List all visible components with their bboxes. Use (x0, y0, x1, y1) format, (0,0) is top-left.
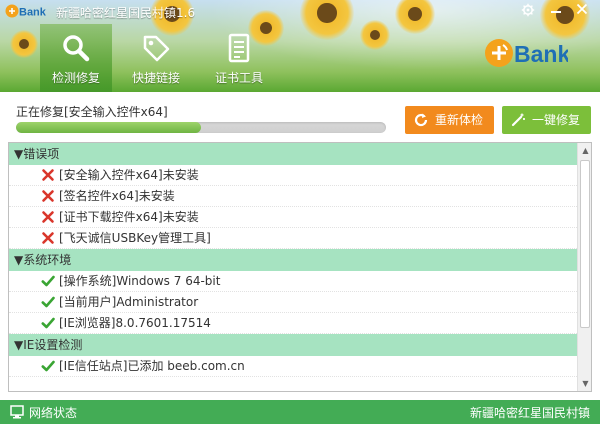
svg-text:Bank: Bank (514, 41, 568, 67)
title-bar[interactable]: Bank 新疆哈密红星国民村镇1.6 (0, 0, 600, 22)
tab-label: 证书工具 (214, 71, 263, 85)
list-item: [操作系统]Windows 7 64-bit (9, 271, 577, 292)
tab-label: 快捷链接 (131, 71, 180, 85)
vertical-scrollbar[interactable]: ▲ ▼ (577, 143, 591, 391)
network-icon[interactable] (10, 405, 24, 419)
error-x-icon (42, 169, 54, 181)
app-title: 新疆哈密红星国民村镇1.6 (56, 6, 196, 20)
close-icon[interactable] (574, 2, 590, 18)
refresh-icon (414, 113, 428, 127)
recheck-label: 重新体检 (435, 113, 484, 127)
list-item-text: [IE浏览器]8.0.7601.17514 (59, 316, 211, 330)
minimize-icon[interactable] (548, 2, 564, 18)
checkmark-icon (41, 317, 55, 329)
list-item-text: [证书下载控件x64]未安装 (59, 210, 199, 224)
list-item: [当前用户]Administrator (9, 292, 577, 313)
tab-label: 检测修复 (51, 71, 100, 85)
checkmark-icon (41, 296, 55, 308)
brand-logo: Bank (485, 39, 568, 67)
section-header[interactable]: ▼错误项 (9, 143, 577, 165)
gear-icon[interactable] (520, 2, 536, 18)
sunflower-decoration (10, 30, 38, 58)
list-item: [安全输入控件x64]未安装 (9, 165, 577, 186)
error-x-icon (42, 190, 54, 202)
repair-status-text: 正在修复[安全输入控件x64] (16, 105, 168, 119)
tag-icon (143, 35, 170, 62)
section-header[interactable]: ▼系统环境 (9, 249, 577, 271)
magic-wand-icon (511, 113, 525, 127)
scroll-thumb[interactable] (580, 160, 590, 328)
document-icon (228, 33, 250, 63)
list-item: [飞天诚信USBKey管理工具] (9, 228, 577, 249)
app-logo: Bank (5, 4, 47, 19)
search-icon (63, 35, 90, 62)
repair-progress-bar (16, 122, 386, 133)
error-x-icon (42, 211, 54, 223)
recheck-button[interactable]: 重新体检 (405, 106, 494, 134)
list-item: [签名控件x64]未安装 (9, 186, 577, 207)
list-item-text: [IE信任站点]已添加 beeb.com.cn (59, 359, 245, 373)
network-status-link[interactable]: 网络状态 (29, 404, 77, 421)
list-item: [证书下载控件x64]未安装 (9, 207, 577, 228)
checkmark-icon (41, 275, 55, 287)
scroll-down-arrow[interactable]: ▼ (578, 376, 591, 391)
results-rows: ▼错误项 [安全输入控件x64]未安装 [签名控件x64]未安装 [证书下载控件x64… (9, 143, 577, 377)
list-item-text: [操作系统]Windows 7 64-bit (59, 274, 221, 288)
list-item: [IE浏览器]8.0.7601.17514 (9, 313, 577, 334)
list-item-text: [签名控件x64]未安装 (59, 189, 175, 203)
list-item-text: [当前用户]Administrator (59, 295, 199, 309)
tab-quick-links[interactable]: 快捷链接 (120, 24, 192, 92)
svg-text:Bank: Bank (19, 7, 47, 19)
repair-label: 一键修复 (532, 113, 581, 127)
scroll-up-arrow[interactable]: ▲ (578, 143, 591, 158)
sunflower-decoration (360, 20, 390, 50)
section-header[interactable]: ▼IE设置检测 (9, 334, 577, 356)
tab-detect-repair[interactable]: 检测修复 (40, 24, 112, 92)
error-x-icon (42, 232, 54, 244)
checkmark-icon (41, 360, 55, 372)
header-banner: Bank 新疆哈密红星国民村镇1.6 检测修复 快捷链接 证书工具 Bank (0, 0, 600, 92)
progress-fill (16, 122, 201, 133)
bank-name-label: 新疆哈密红星国民村镇 (469, 406, 590, 420)
list-item: [IE信任站点]已添加 beeb.com.cn (9, 356, 577, 377)
list-item-text: [飞天诚信USBKey管理工具] (59, 231, 211, 245)
tab-certificate-tools[interactable]: 证书工具 (203, 24, 275, 92)
status-bar: 网络状态 新疆哈密红星国民村镇 (0, 400, 600, 424)
check-results-list[interactable]: ▼错误项 [安全输入控件x64]未安装 [签名控件x64]未安装 [证书下载控件x64… (8, 142, 592, 392)
list-item-text: [安全输入控件x64]未安装 (59, 168, 199, 182)
one-click-repair-button[interactable]: 一键修复 (502, 106, 591, 134)
